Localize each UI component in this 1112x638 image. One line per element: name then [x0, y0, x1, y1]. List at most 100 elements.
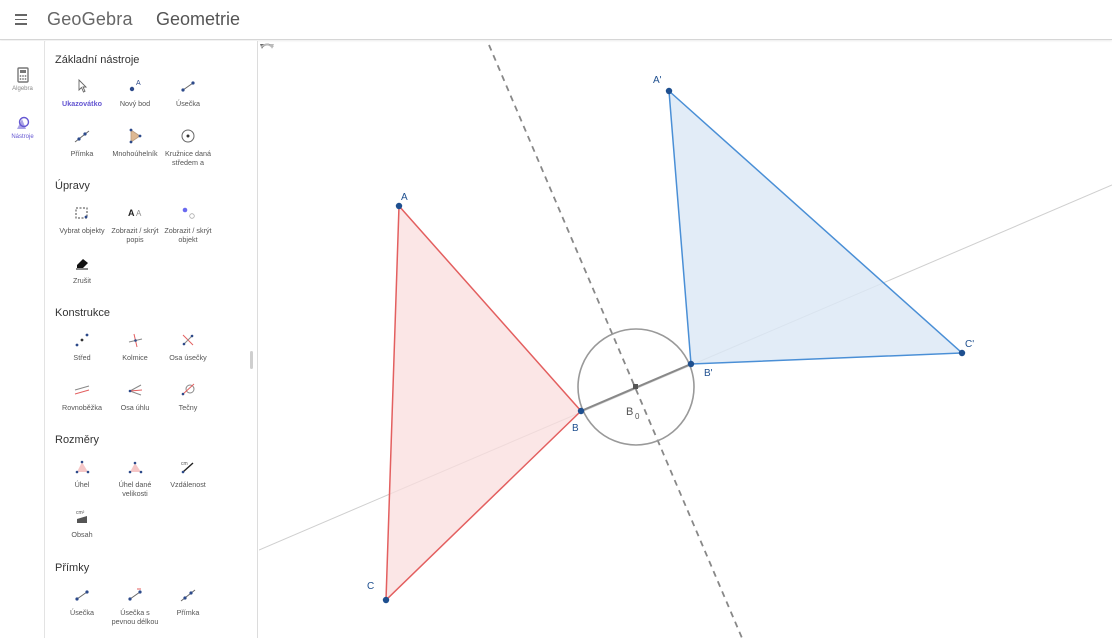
tool-label: Zobrazit / skrýt popis [111, 226, 159, 244]
tool-label: Zobrazit / skrýt objekt [164, 226, 212, 244]
tool-line-2[interactable]: Přímka [162, 586, 214, 618]
rail-item-algebra[interactable]: Algebra [0, 67, 45, 92]
tool-circle-center[interactable]: Kružnice daná středem a [162, 127, 214, 167]
tool-label: Tečny [178, 403, 198, 412]
tool-distance[interactable]: cm Vzdálenost [162, 458, 214, 490]
point-a-prime[interactable] [665, 87, 673, 95]
tools-panel: Základní nástroje Ukazovátko A Nový bod … [46, 41, 258, 638]
tool-angle-given-size[interactable]: Úhel dané velikosti [109, 458, 161, 498]
angle-bisector-icon [128, 384, 143, 396]
tool-midpoint[interactable]: Střed [56, 331, 108, 363]
tool-show-object[interactable]: Zobrazit / skrýt objekt [162, 204, 214, 244]
label-b0-subscript: 0 [635, 412, 640, 421]
label-b-prime: B' [704, 368, 713, 379]
label-a: A [401, 192, 408, 203]
label-c: C [367, 581, 374, 592]
midpoint-icon [75, 333, 89, 347]
perpendicular-icon [128, 333, 143, 348]
triangle-abc-image[interactable] [668, 89, 964, 365]
tool-label: Kolmice [122, 353, 148, 362]
geometry-drawing: A B C A' B' C' B 0 [259, 44, 1112, 638]
cursor-arrow-icon [78, 78, 88, 93]
tool-label: Úhel dané velikosti [118, 480, 152, 498]
tool-label: Osa úhlu [120, 403, 150, 412]
tool-segment-2[interactable]: Úsečka [56, 586, 108, 618]
label-b: B [572, 423, 579, 434]
graphics-canvas[interactable]: A B C A' B' C' B 0 [259, 41, 1112, 638]
section-basic-tools: Základní nástroje [55, 54, 140, 66]
point-a[interactable] [395, 202, 403, 210]
area-icon: cm² [76, 510, 87, 523]
tool-label: Přímka [176, 608, 200, 617]
tool-label: Úhel [74, 480, 90, 489]
tool-delete[interactable]: Zrušit [56, 254, 108, 286]
point-b0-marker[interactable] [633, 384, 638, 389]
section-edit: Úpravy [55, 180, 90, 192]
svg-text:A: A [136, 80, 141, 87]
top-bar: GeoGebra Geometrie [0, 0, 1112, 40]
tool-tangents[interactable]: Tečny [162, 381, 214, 413]
tool-parallel[interactable]: Rovnoběžka [56, 381, 108, 413]
tool-label: Úsečka [70, 608, 94, 617]
tool-select-objects[interactable]: Vybrat objekty [56, 204, 108, 236]
segment-icon [75, 590, 89, 601]
bisector-icon [182, 334, 194, 346]
rail-item-tools[interactable]: Nástroje [0, 115, 45, 140]
triangle-abc[interactable] [385, 204, 583, 602]
angle-icon [75, 460, 90, 474]
section-construct: Konstrukce [55, 307, 111, 319]
tool-polygon[interactable]: Mnohoúhelník [109, 127, 161, 159]
segment-icon [181, 81, 195, 92]
tool-new-point[interactable]: A Nový bod [109, 77, 161, 109]
label-b0: B [626, 406, 633, 418]
point-b[interactable] [577, 407, 585, 415]
tool-label: Ukazovátko [62, 99, 102, 108]
label-c-prime: C' [965, 339, 974, 350]
point-c[interactable] [382, 596, 390, 604]
rail-label-tools: Nástroje [11, 134, 34, 140]
tool-label: Vzdálenost [170, 480, 206, 489]
side-rail: Algebra Nástroje [0, 41, 45, 638]
tool-segment[interactable]: Úsečka [162, 77, 214, 109]
distance-icon: cm [181, 461, 194, 474]
line-icon [180, 589, 196, 602]
polygon-icon [129, 128, 142, 144]
tool-area[interactable]: cm² Obsah [56, 508, 108, 540]
menu-icon[interactable] [12, 10, 30, 30]
tool-label: Úsečka [176, 99, 200, 108]
tool-perpendicular[interactable]: Kolmice [109, 331, 161, 363]
tool-line[interactable]: Přímka [56, 127, 108, 159]
tools-icon [16, 116, 29, 129]
geogebra-logo: GeoGebra [47, 9, 133, 29]
calculator-icon [16, 67, 29, 83]
point-c-prime[interactable] [958, 349, 966, 357]
svg-text:cm: cm [181, 461, 188, 467]
tool-label: Rovnoběžka [62, 403, 102, 412]
point-b-prime[interactable] [687, 360, 695, 368]
point-icon: A [129, 80, 141, 92]
tool-segment-fixed-length[interactable]: Úsečka s pevnou délkou [109, 586, 161, 626]
tool-angle[interactable]: Úhel [56, 458, 108, 490]
line-icon [74, 130, 90, 143]
tool-label: Vybrat objekty [59, 226, 105, 235]
tool-label: Osa úsečky [169, 353, 207, 362]
eraser-icon [76, 259, 88, 270]
tool-angle-bisector[interactable]: Osa úhlu [109, 381, 161, 413]
section-measure: Rozměry [55, 434, 100, 446]
tool-show-label[interactable]: AA Zobrazit / skrýt popis [109, 204, 161, 244]
app-title: Geometrie [156, 9, 241, 29]
panel-scrollbar[interactable] [250, 351, 253, 369]
tool-label: Přímka [70, 149, 94, 158]
svg-text:A: A [128, 208, 135, 218]
tool-label: Úsečka s pevnou délkou [111, 608, 159, 626]
segment-fixed-icon [128, 588, 142, 601]
tool-label: Zrušit [73, 276, 91, 285]
tool-perpendicular-bisector[interactable]: Osa úsečky [162, 331, 214, 363]
tool-move[interactable]: Ukazovátko [56, 77, 108, 109]
tool-label: Mnohoúhelník [112, 149, 158, 158]
label-icon: AA [128, 208, 142, 218]
tool-label: Obsah [71, 530, 93, 539]
angle-size-icon [128, 461, 143, 474]
rail-label-algebra: Algebra [12, 86, 33, 92]
tangents-icon [181, 383, 195, 396]
